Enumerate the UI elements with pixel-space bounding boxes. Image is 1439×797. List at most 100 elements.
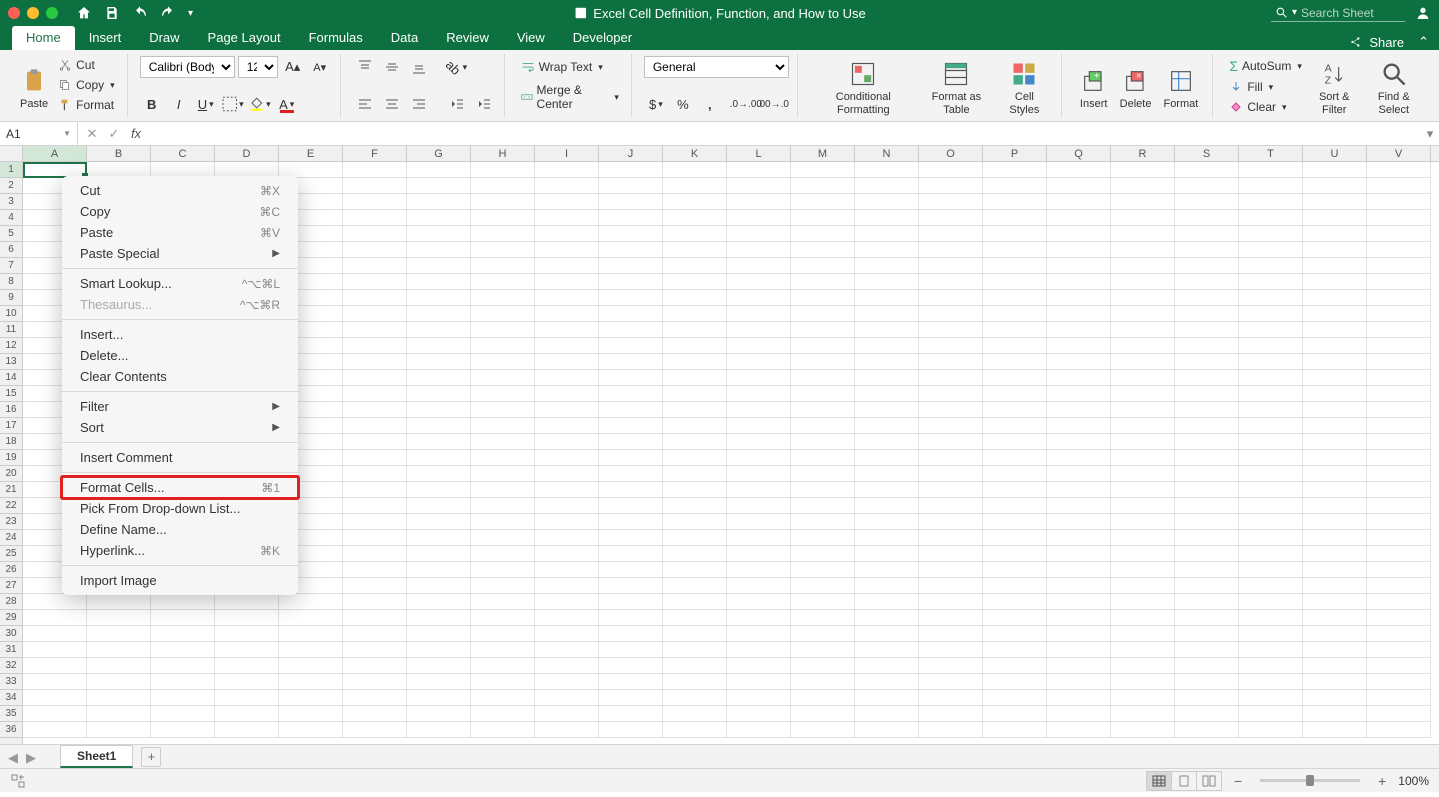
percent-format-icon[interactable]: % (671, 93, 695, 115)
cell[interactable] (855, 498, 919, 514)
cell[interactable] (1175, 178, 1239, 194)
number-format-select[interactable]: General (644, 56, 789, 78)
cell-styles-button[interactable]: Cell Styles (996, 56, 1053, 120)
cell[interactable] (727, 418, 791, 434)
cell[interactable] (1175, 162, 1239, 178)
cell[interactable] (1367, 546, 1431, 562)
cell[interactable] (279, 610, 343, 626)
cell[interactable] (1303, 706, 1367, 722)
cell[interactable] (1047, 226, 1111, 242)
cell[interactable] (727, 690, 791, 706)
cell[interactable] (279, 594, 343, 610)
row-header[interactable]: 31 (0, 642, 22, 658)
cell[interactable] (535, 338, 599, 354)
cell[interactable] (983, 546, 1047, 562)
cell[interactable] (599, 290, 663, 306)
cell[interactable] (535, 434, 599, 450)
column-header[interactable]: G (407, 146, 471, 161)
cell[interactable] (1303, 674, 1367, 690)
cell[interactable] (1239, 498, 1303, 514)
cell[interactable] (535, 354, 599, 370)
cell[interactable] (663, 242, 727, 258)
orientation-icon[interactable]: ab▾ (445, 56, 469, 78)
align-middle-icon[interactable] (380, 56, 404, 78)
cell[interactable] (1111, 690, 1175, 706)
cell[interactable] (855, 466, 919, 482)
menu-item-pick-from-drop-down-list[interactable]: Pick From Drop-down List... (62, 498, 298, 519)
cell[interactable] (919, 322, 983, 338)
cell[interactable] (1239, 530, 1303, 546)
home-icon[interactable] (76, 5, 92, 21)
cell[interactable] (919, 370, 983, 386)
cell[interactable] (983, 482, 1047, 498)
cell[interactable] (599, 274, 663, 290)
cell[interactable] (663, 194, 727, 210)
cell[interactable] (1175, 274, 1239, 290)
cell[interactable] (919, 530, 983, 546)
increase-font-icon[interactable]: A▴ (281, 56, 305, 78)
cell[interactable] (983, 498, 1047, 514)
name-box[interactable]: A1▼ (0, 122, 78, 145)
cell[interactable] (1175, 722, 1239, 738)
row-header[interactable]: 23 (0, 514, 22, 530)
cell[interactable] (983, 354, 1047, 370)
cell[interactable] (663, 258, 727, 274)
cell[interactable] (1303, 226, 1367, 242)
row-header[interactable]: 19 (0, 450, 22, 466)
cell[interactable] (1111, 482, 1175, 498)
cell[interactable] (983, 290, 1047, 306)
cell[interactable] (599, 514, 663, 530)
column-header[interactable]: C (151, 146, 215, 161)
cell[interactable] (407, 194, 471, 210)
cell[interactable] (983, 706, 1047, 722)
font-size-select[interactable]: 12 (238, 56, 278, 78)
cell[interactable] (1303, 354, 1367, 370)
select-all-corner[interactable] (0, 146, 23, 162)
column-header[interactable]: R (1111, 146, 1175, 161)
cell[interactable] (1303, 242, 1367, 258)
cell[interactable] (1239, 626, 1303, 642)
cell[interactable] (1367, 402, 1431, 418)
column-header[interactable]: J (599, 146, 663, 161)
cell[interactable] (407, 354, 471, 370)
cell[interactable] (983, 562, 1047, 578)
row-header[interactable]: 15 (0, 386, 22, 402)
cell[interactable] (215, 690, 279, 706)
cell[interactable] (727, 178, 791, 194)
cell[interactable] (1239, 610, 1303, 626)
cell[interactable] (471, 674, 535, 690)
cell[interactable] (919, 178, 983, 194)
decrease-decimal-icon[interactable]: .00→.0 (761, 93, 785, 115)
cell[interactable] (599, 674, 663, 690)
cell[interactable] (471, 178, 535, 194)
cell[interactable] (663, 722, 727, 738)
cell[interactable] (407, 306, 471, 322)
cell[interactable] (535, 306, 599, 322)
cell[interactable] (727, 626, 791, 642)
cell[interactable] (1047, 706, 1111, 722)
column-header[interactable]: M (791, 146, 855, 161)
cell[interactable] (791, 194, 855, 210)
cell[interactable] (1111, 370, 1175, 386)
cell[interactable] (791, 354, 855, 370)
cell[interactable] (727, 162, 791, 178)
cell[interactable] (919, 258, 983, 274)
cell[interactable] (727, 578, 791, 594)
cell[interactable] (343, 546, 407, 562)
row-header[interactable]: 36 (0, 722, 22, 738)
cell[interactable] (983, 210, 1047, 226)
cell[interactable] (855, 626, 919, 642)
cell[interactable] (855, 546, 919, 562)
cell[interactable] (1239, 370, 1303, 386)
align-top-icon[interactable] (353, 56, 377, 78)
cell[interactable] (23, 658, 87, 674)
cell[interactable] (1175, 690, 1239, 706)
cell[interactable] (1303, 466, 1367, 482)
cell[interactable] (1367, 434, 1431, 450)
cell[interactable] (791, 226, 855, 242)
cell[interactable] (1047, 194, 1111, 210)
cell[interactable] (407, 658, 471, 674)
cell[interactable] (919, 706, 983, 722)
cell[interactable] (855, 482, 919, 498)
cell[interactable] (1239, 466, 1303, 482)
